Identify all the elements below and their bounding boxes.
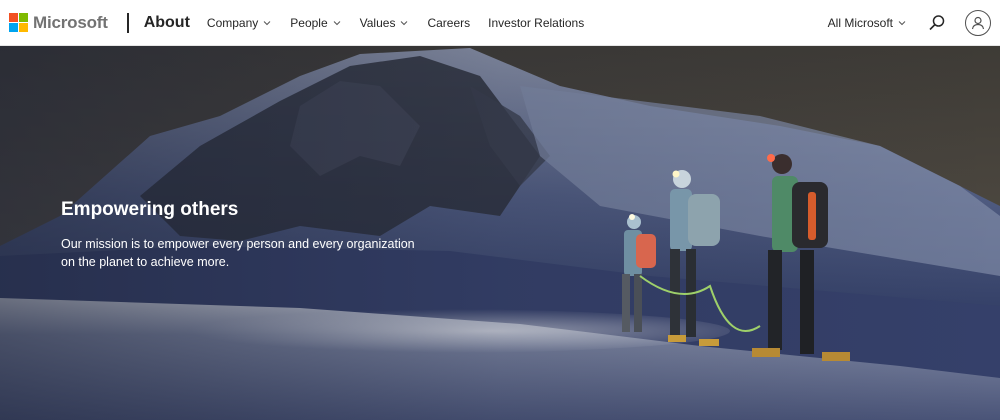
nav-item-label: Values	[359, 15, 396, 30]
logo-square-red	[9, 13, 18, 22]
nav-item-careers[interactable]: Careers	[427, 16, 470, 30]
chevron-down-icon	[897, 18, 907, 28]
microsoft-logo[interactable]: Microsoft	[9, 0, 108, 46]
logo-square-blue	[9, 23, 18, 32]
nav-item-label: People	[290, 15, 328, 30]
chevron-down-icon	[332, 18, 342, 28]
hero-text: Our mission is to empower every person a…	[61, 237, 415, 269]
hero-banner: Empowering others Our mission is to empo…	[0, 46, 1000, 420]
nav-item-investor-relations[interactable]: Investor Relations	[488, 16, 584, 30]
nav-item-label: Company	[206, 15, 259, 30]
person-icon[interactable]	[965, 9, 991, 36]
nav-item-company[interactable]: Company	[207, 16, 272, 30]
main-nav: Company People Values Careers Investor R…	[207, 16, 602, 30]
nav-item-values[interactable]: Values	[360, 16, 410, 30]
section-title[interactable]: About	[144, 14, 190, 32]
hero-title: Empowering others	[61, 199, 239, 220]
search-icon[interactable]	[927, 13, 947, 33]
nav-item-label: Investor Relations	[488, 15, 585, 30]
all-microsoft-menu[interactable]: All Microsoft	[828, 16, 907, 30]
header-divider	[126, 12, 129, 33]
all-microsoft-label: All Microsoft	[827, 15, 893, 30]
chevron-down-icon	[262, 18, 272, 28]
nav-item-label: Careers	[427, 15, 471, 30]
logo-square-green	[19, 13, 28, 22]
logo-square-yellow	[19, 23, 28, 32]
microsoft-logo-icon	[9, 13, 28, 32]
chevron-down-icon	[399, 18, 409, 28]
header-right: All Microsoft	[828, 0, 1000, 46]
hero-background-image	[0, 46, 1000, 420]
site-header: Microsoft About Company People Values Ca…	[0, 0, 1000, 46]
nav-item-people[interactable]: People	[290, 16, 341, 30]
logo-text: Microsoft	[33, 12, 108, 32]
